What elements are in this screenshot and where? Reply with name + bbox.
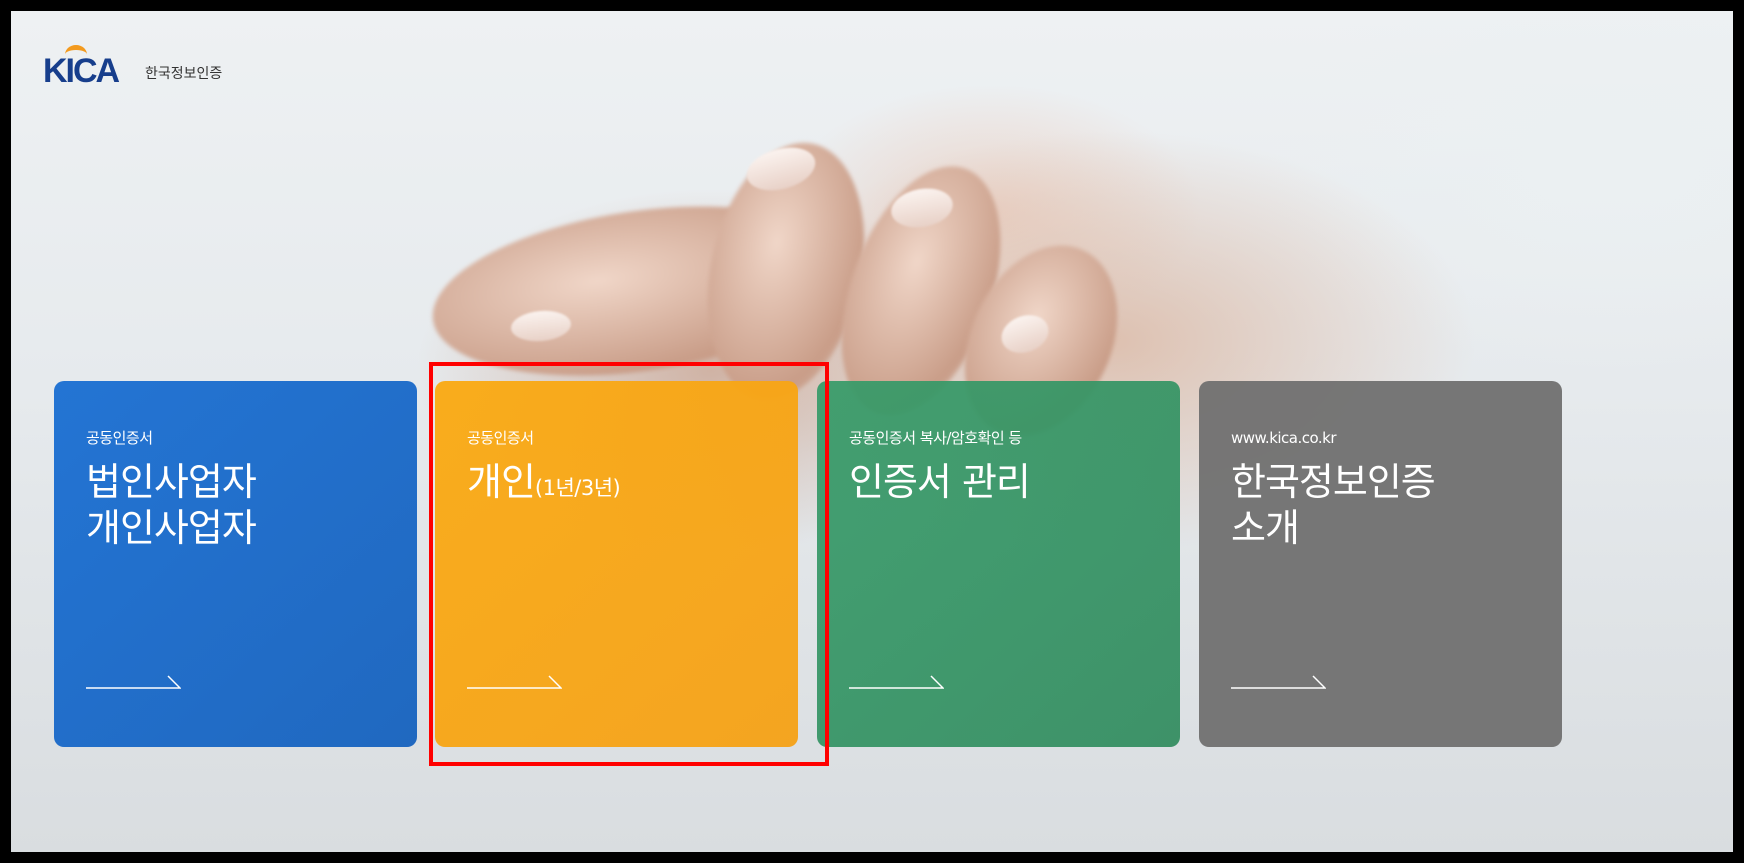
card-title-main: 개인 (467, 460, 536, 504)
card-subtitle: 공동인증서 복사/암호확인 등 (849, 429, 1022, 447)
card-company-intro[interactable]: www.kica.co.kr 한국정보인증 소개 (1199, 381, 1562, 747)
logo-company-name: 한국정보인증 (145, 66, 223, 82)
card-title-line1: 한국정보인증 (1231, 460, 1436, 504)
arrow-right-icon (1231, 675, 1326, 689)
card-personal[interactable]: 공동인증서 개인(1년/3년) (435, 381, 798, 747)
card-subtitle: 공동인증서 (467, 429, 534, 447)
hero-background: KICA 한국정보인증 공동인증서 법인사업자 개인사업자 공동인증서 개인(1년… (11, 11, 1733, 852)
kica-logo[interactable]: KICA 한국정보인증 (43, 45, 223, 90)
logo-mark-text: KICA (43, 52, 120, 90)
arrow-right-icon (849, 675, 944, 689)
card-title: 인증서 관리 (849, 460, 1031, 504)
card-title: 법인사업자 개인사업자 (86, 459, 417, 551)
window-frame: KICA 한국정보인증 공동인증서 법인사업자 개인사업자 공동인증서 개인(1년… (0, 0, 1744, 863)
card-title-suffix: (1년/3년) (534, 476, 621, 500)
card-title: 개인(1년/3년) (467, 459, 798, 511)
card-title-line2: 소개 (1231, 506, 1300, 550)
card-title-line1: 법인사업자 (86, 460, 257, 504)
arrow-right-icon (467, 675, 562, 689)
card-subtitle: www.kica.co.kr (1231, 429, 1337, 447)
arrow-right-icon (86, 675, 181, 689)
kica-logo-mark: KICA (43, 45, 137, 90)
card-corporate-business[interactable]: 공동인증서 법인사업자 개인사업자 (54, 381, 417, 747)
card-certificate-management[interactable]: 공동인증서 복사/암호확인 등 인증서 관리 (817, 381, 1180, 747)
card-title-line2: 개인사업자 (86, 506, 257, 550)
card-subtitle: 공동인증서 (86, 429, 153, 447)
card-title: 한국정보인증 소개 (1231, 459, 1562, 551)
